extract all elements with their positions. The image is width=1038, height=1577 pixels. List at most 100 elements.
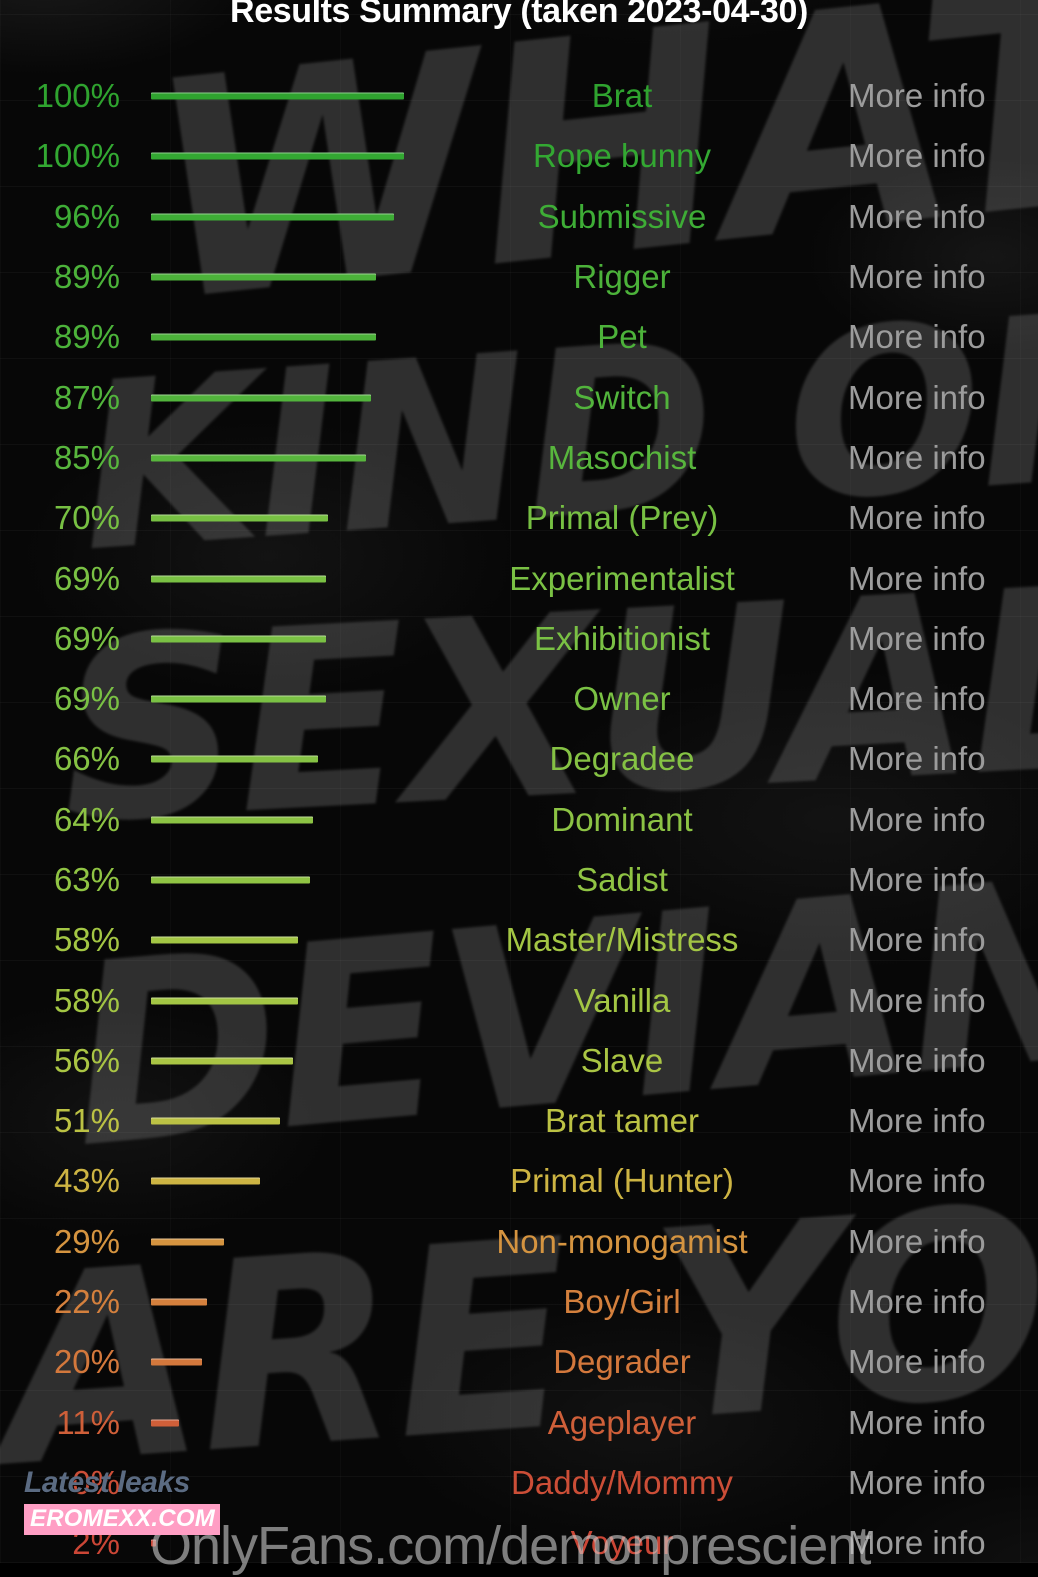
progress-bar-track — [151, 1238, 404, 1246]
eromexx-watermark: Latest leaks EROMEXX.COM — [24, 1468, 220, 1535]
more-info-link[interactable]: More info — [848, 560, 1038, 598]
progress-bar-fill — [151, 213, 394, 221]
percentage-value: 58% — [53, 921, 120, 959]
percentage-value: 69% — [53, 619, 120, 657]
role-label: Submissive — [537, 197, 707, 235]
more-info-link[interactable]: More info — [848, 1042, 1038, 1080]
more-info-link[interactable]: More info — [848, 921, 1038, 959]
progress-bar-fill — [151, 816, 313, 824]
more-info-link[interactable]: More info — [848, 982, 1038, 1020]
role-label: Slave — [580, 1041, 664, 1079]
more-info-link[interactable]: More info — [848, 1343, 1038, 1381]
more-info-link[interactable]: More info — [848, 198, 1038, 236]
role-label: Sadist — [576, 861, 668, 898]
progress-bar-track — [151, 333, 404, 341]
progress-bar-track — [151, 997, 404, 1005]
progress-bar-track — [151, 936, 404, 944]
progress-bar-fill — [151, 1117, 281, 1125]
progress-bar-fill — [151, 1298, 207, 1306]
progress-bar-track — [151, 152, 404, 160]
progress-bar-track — [151, 755, 404, 763]
role-label: Boy/Girl — [563, 1283, 681, 1321]
progress-bar-fill — [151, 876, 311, 884]
role-label: Non-monogamist — [496, 1222, 748, 1260]
result-row: 85% Masochist More info — [0, 428, 1038, 488]
progress-bar-track — [151, 816, 404, 824]
progress-bar-fill — [151, 333, 377, 341]
watermark-band: EROMEXX.COM — [24, 1504, 220, 1535]
progress-bar-fill — [151, 514, 329, 522]
more-info-link[interactable]: More info — [848, 620, 1038, 658]
progress-bar-track — [151, 1419, 404, 1427]
result-row: 58% Vanilla More info — [0, 970, 1038, 1030]
progress-bar-fill — [151, 1358, 202, 1366]
more-info-link[interactable]: More info — [848, 1102, 1038, 1140]
role-label: Dominant — [551, 800, 693, 838]
role-label: Degradee — [549, 740, 695, 778]
role-label: Daddy/Mommy — [511, 1463, 733, 1501]
progress-bar-track — [151, 1358, 404, 1366]
more-info-link[interactable]: More info — [848, 861, 1038, 899]
result-row: 64% Dominant More info — [0, 790, 1038, 850]
result-row: 89% Rigger More info — [0, 247, 1038, 307]
result-row: 51% Brat tamer More info — [0, 1091, 1038, 1151]
progress-bar-fill — [151, 273, 377, 281]
progress-bar-track — [151, 1177, 404, 1185]
result-row: 69% Exhibitionist More info — [0, 609, 1038, 669]
more-info-link[interactable]: More info — [848, 137, 1038, 175]
results-list: 100% Brat More info 100% Rope bunny More info… — [0, 66, 1038, 1573]
progress-bar-track — [151, 394, 404, 402]
more-info-link[interactable]: More info — [848, 1162, 1038, 1200]
percentage-value: 51% — [53, 1102, 120, 1140]
percentage-value: 89% — [53, 318, 120, 356]
role-label: Degrader — [553, 1343, 691, 1381]
progress-bar-track — [151, 876, 404, 884]
result-row: 22% Boy/Girl More info — [0, 1272, 1038, 1332]
role-label: Pet — [597, 318, 647, 356]
more-info-link[interactable]: More info — [848, 1283, 1038, 1321]
more-info-link[interactable]: More info — [848, 1524, 1038, 1562]
more-info-link[interactable]: More info — [848, 318, 1038, 356]
percentage-value: 85% — [53, 438, 120, 476]
result-row: 20% Degrader More info — [0, 1332, 1038, 1392]
result-row: 100% Rope bunny More info — [0, 126, 1038, 186]
role-label: Primal (Hunter) — [510, 1162, 734, 1200]
role-label: Owner — [573, 680, 671, 718]
progress-bar-track — [151, 92, 404, 100]
percentage-value: 96% — [53, 197, 120, 235]
result-row: 11% Ageplayer More info — [0, 1393, 1038, 1453]
role-label: Master/Mistress — [505, 921, 739, 959]
more-info-link[interactable]: More info — [848, 680, 1038, 718]
more-info-link[interactable]: More info — [848, 740, 1038, 778]
progress-bar-track — [151, 454, 404, 462]
percentage-value: 63% — [53, 861, 120, 898]
onlyfans-watermark: OnlyFans.com/demonprescient — [150, 1516, 871, 1576]
result-row: 29% Non-monogamist More info — [0, 1212, 1038, 1272]
progress-bar-fill — [151, 1177, 260, 1185]
more-info-link[interactable]: More info — [848, 499, 1038, 537]
percentage-value: 29% — [53, 1222, 120, 1260]
percentage-value: 69% — [53, 559, 120, 597]
role-label: Masochist — [547, 438, 697, 476]
role-label: Ageplayer — [547, 1403, 697, 1441]
role-label: Rigger — [573, 258, 671, 296]
percentage-value: 43% — [53, 1162, 120, 1200]
progress-bar-track — [151, 1057, 404, 1065]
role-label: Brat — [591, 77, 653, 115]
progress-bar-fill — [151, 755, 318, 763]
percentage-value: 56% — [53, 1041, 120, 1079]
progress-bar-fill — [151, 695, 326, 703]
more-info-link[interactable]: More info — [848, 439, 1038, 477]
progress-bar-fill — [151, 454, 367, 462]
more-info-link[interactable]: More info — [848, 77, 1038, 115]
role-label: Rope bunny — [533, 137, 711, 175]
percentage-value: 70% — [53, 499, 120, 537]
more-info-link[interactable]: More info — [848, 1223, 1038, 1261]
more-info-link[interactable]: More info — [848, 801, 1038, 839]
progress-bar-track — [151, 213, 404, 221]
percentage-value: 69% — [53, 680, 120, 718]
more-info-link[interactable]: More info — [848, 1464, 1038, 1502]
more-info-link[interactable]: More info — [848, 1404, 1038, 1442]
more-info-link[interactable]: More info — [848, 379, 1038, 417]
more-info-link[interactable]: More info — [848, 258, 1038, 296]
